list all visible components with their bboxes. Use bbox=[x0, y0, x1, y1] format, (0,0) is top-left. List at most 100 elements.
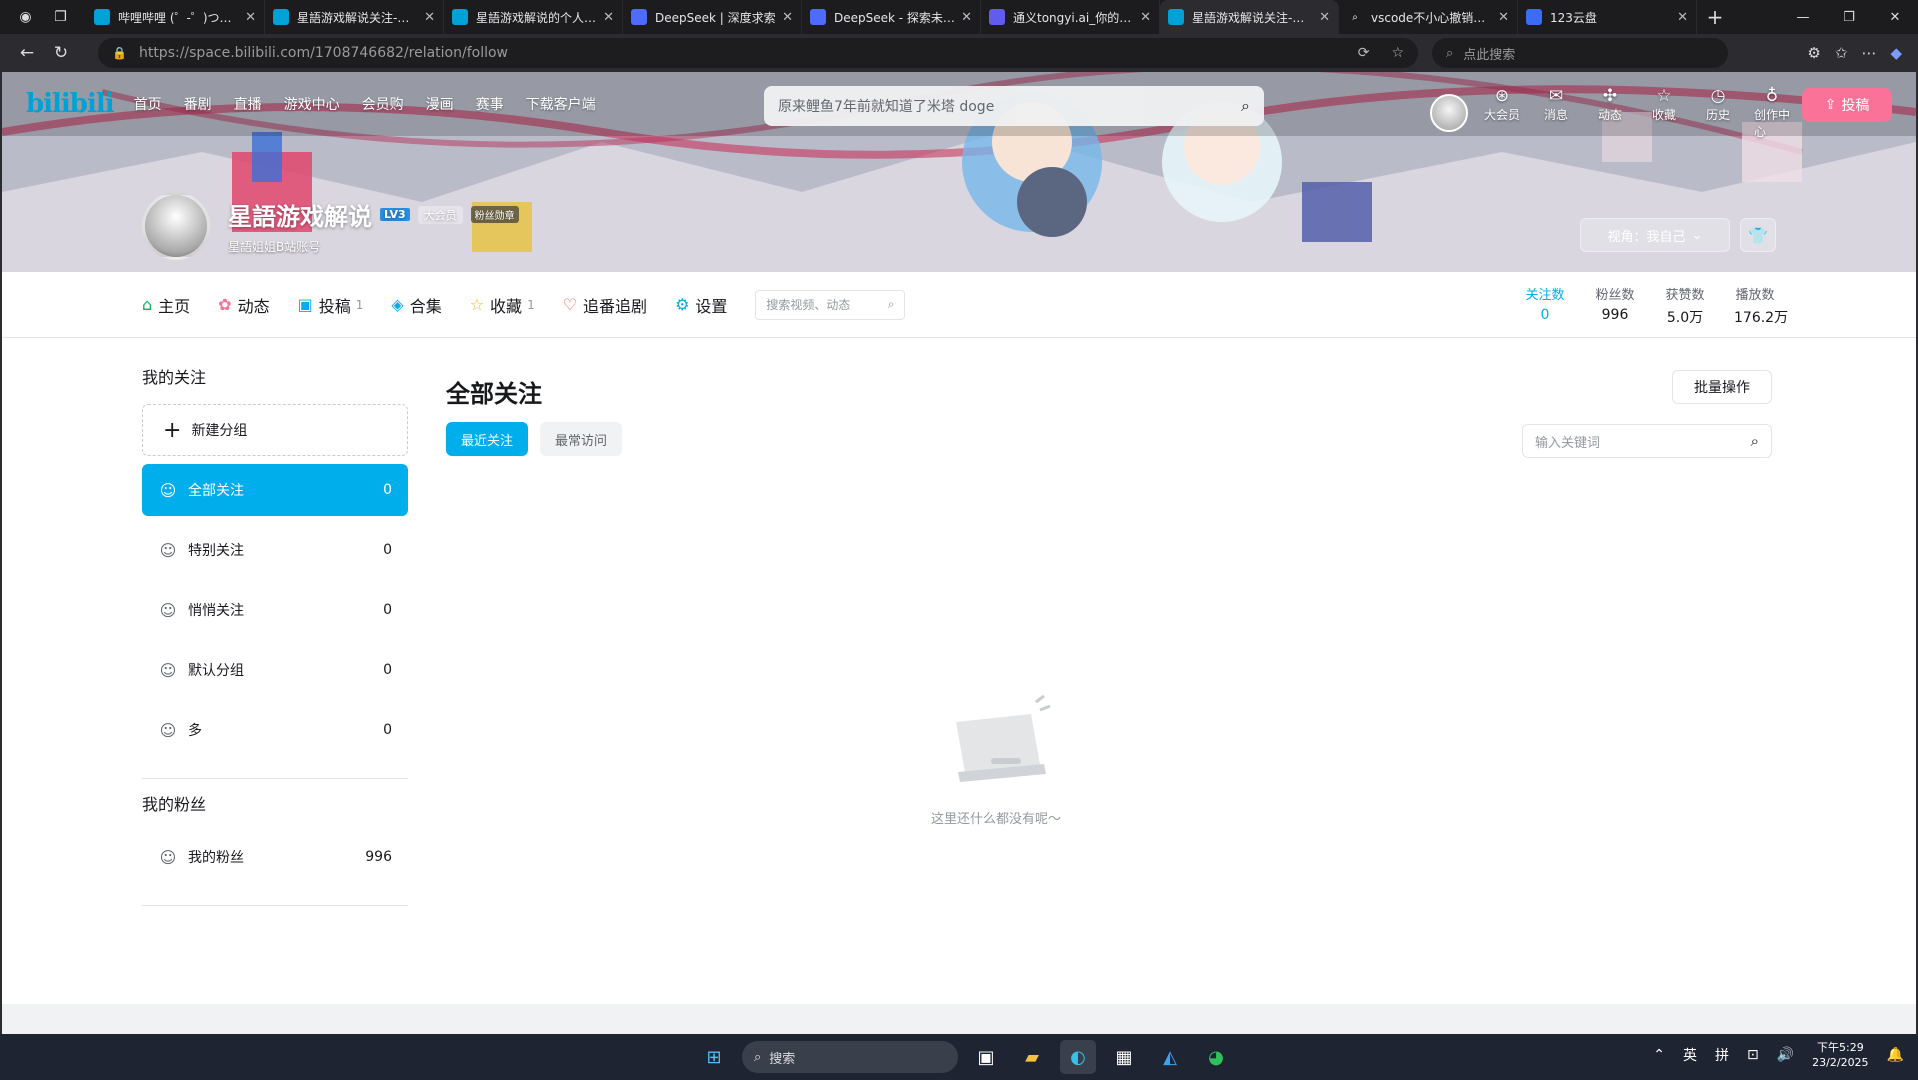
browser-tab[interactable]: 星語游戏解说关注-星語 ✕ bbox=[265, 0, 444, 34]
header-message-button[interactable]: ✉ 消息 bbox=[1538, 86, 1574, 140]
close-tab-icon[interactable]: ✕ bbox=[1319, 10, 1330, 25]
header-vip-button[interactable]: ⊛ 大会员 bbox=[1484, 86, 1520, 140]
stat-item[interactable]: 粉丝数 996 bbox=[1594, 284, 1636, 327]
ime-mode[interactable]: 拼 bbox=[1715, 1045, 1729, 1065]
site-info-icon[interactable]: 🔒 bbox=[112, 46, 127, 60]
taskbar-search[interactable]: ⌕ 搜索 bbox=[742, 1041, 958, 1073]
back-button[interactable]: ← bbox=[10, 38, 44, 68]
close-tab-icon[interactable]: ✕ bbox=[1498, 10, 1509, 25]
group-my-fans[interactable]: ☺ 我的粉丝 996 bbox=[142, 831, 408, 883]
browser-tab[interactable]: DeepSeek | 深度求索 ✕ bbox=[623, 0, 802, 34]
tab-star[interactable]: ☆ 收藏 1 bbox=[470, 293, 535, 317]
header-nav-item[interactable]: 会员购 bbox=[362, 94, 404, 114]
extensions-icon[interactable]: ⚙ bbox=[1807, 44, 1820, 62]
tab-home[interactable]: ⌂ 主页 bbox=[142, 293, 190, 317]
translate-icon[interactable]: ⟳ bbox=[1358, 45, 1370, 61]
upload-button[interactable]: ⇪ 投稿 bbox=[1802, 88, 1892, 122]
bilibili-logo[interactable]: bilibili bbox=[26, 89, 115, 119]
new-tab-button[interactable]: + bbox=[1697, 5, 1733, 29]
clock[interactable]: 下午5:29 23/2/2025 bbox=[1812, 1040, 1868, 1070]
workspaces-icon[interactable]: ❐ bbox=[51, 7, 71, 27]
header-nav-item[interactable]: 直播 bbox=[234, 94, 262, 114]
follow-tab[interactable]: 最近关注 bbox=[446, 422, 529, 456]
header-nav-item[interactable]: 首页 bbox=[134, 94, 162, 114]
group-item[interactable]: ☺ 默认分组 0 bbox=[142, 644, 408, 696]
start-icon[interactable]: ⊞ bbox=[696, 1040, 732, 1074]
close-tab-icon[interactable]: ✕ bbox=[1140, 10, 1151, 25]
browser-profile-icon[interactable]: ◉ bbox=[16, 7, 36, 27]
tab-dynamic[interactable]: ✿ 动态 bbox=[218, 293, 269, 317]
browser-tab[interactable]: ⌕ vscode不小心撤销了怎么恢复 ✕ bbox=[1339, 0, 1518, 34]
vip-badge[interactable]: 大会员 bbox=[417, 205, 463, 224]
header-bulb-button[interactable]: ♁ 创作中心 bbox=[1754, 86, 1790, 140]
tab-video[interactable]: ▣ 投稿 1 bbox=[298, 293, 364, 317]
follow-tab[interactable]: 最常访问 bbox=[540, 422, 623, 456]
volume-icon[interactable]: 🔊 bbox=[1777, 1047, 1794, 1063]
ime-lang[interactable]: 英 bbox=[1683, 1045, 1697, 1065]
user-avatar[interactable] bbox=[1430, 94, 1468, 132]
tab-settings[interactable]: ⚙ 设置 bbox=[675, 293, 727, 317]
favorites-icon[interactable]: ✩ bbox=[1835, 44, 1848, 62]
close-tab-icon[interactable]: ✕ bbox=[961, 10, 972, 25]
header-history-button[interactable]: ◷ 历史 bbox=[1700, 86, 1736, 140]
vscode-icon[interactable]: ◭ bbox=[1152, 1040, 1188, 1074]
stat-item[interactable]: 关注数 0 bbox=[1524, 284, 1566, 327]
follow-search-field[interactable]: 输入关键词 ⌕ bbox=[1522, 424, 1772, 458]
file-explorer-icon[interactable]: ▰ bbox=[1014, 1040, 1050, 1074]
header-search-field[interactable]: 原来鲤鱼7年前就知道了米塔 doge ⌕ bbox=[764, 86, 1264, 126]
tab-collection[interactable]: ◈ 合集 bbox=[391, 293, 441, 317]
header-nav-item[interactable]: 下载客户端 bbox=[526, 94, 596, 114]
group-item[interactable]: ☺ 特别关注 0 bbox=[142, 524, 408, 576]
close-tab-icon[interactable]: ✕ bbox=[245, 10, 256, 25]
close-window-button[interactable]: ✕ bbox=[1872, 0, 1918, 34]
more-icon[interactable]: ⋯ bbox=[1861, 44, 1876, 62]
stat-item[interactable]: 播放数 176.2万 bbox=[1734, 284, 1788, 327]
browser-tab[interactable]: 哔哩哔哩 (゜-゜)つロ 干杯~ ✕ bbox=[86, 0, 265, 34]
header-dynamic-button[interactable]: ✣ 动态 bbox=[1592, 86, 1628, 140]
header-nav-item[interactable]: 游戏中心 bbox=[284, 94, 340, 114]
header-nav-item[interactable]: 漫画 bbox=[426, 94, 454, 114]
profile-avatar[interactable] bbox=[142, 192, 210, 260]
close-tab-icon[interactable]: ✕ bbox=[424, 10, 435, 25]
browser-search-field[interactable]: ⌕ 点此搜索 bbox=[1432, 38, 1728, 68]
header-nav-item[interactable]: 番剧 bbox=[184, 94, 212, 114]
profile-signature[interactable]: 星語姐姐B站账号 bbox=[228, 238, 519, 255]
search-icon[interactable]: ⌕ bbox=[888, 297, 895, 312]
close-tab-icon[interactable]: ✕ bbox=[782, 10, 793, 25]
chevron-up-icon[interactable]: ⌃ bbox=[1653, 1047, 1665, 1063]
batch-operation-button[interactable]: 批量操作 bbox=[1672, 370, 1772, 404]
copilot-icon[interactable]: ◆ bbox=[1890, 44, 1902, 62]
fan-medal-badge[interactable]: 粉丝勋章 bbox=[470, 206, 519, 223]
browser-tab[interactable]: 星語游戏解说的个人空间 ✕ bbox=[444, 0, 623, 34]
store-icon[interactable]: ▦ bbox=[1106, 1040, 1142, 1074]
group-item[interactable]: ☺ 悄悄关注 0 bbox=[142, 584, 408, 636]
search-icon[interactable]: ⌕ bbox=[1241, 96, 1250, 116]
browser-tab[interactable]: 星語游戏解说关注-星語 ✕ bbox=[1160, 0, 1339, 34]
restore-button[interactable]: ❐ bbox=[1826, 0, 1872, 34]
close-tab-icon[interactable]: ✕ bbox=[1677, 10, 1688, 25]
group-item[interactable]: ☺ 多 0 bbox=[142, 704, 408, 756]
favorite-icon[interactable]: ☆ bbox=[1391, 45, 1404, 61]
minimize-button[interactable]: — bbox=[1780, 0, 1826, 34]
edge-icon[interactable]: ◐ bbox=[1060, 1040, 1096, 1074]
group-item[interactable]: ☺ 全部关注 0 bbox=[142, 464, 408, 516]
tab-heart[interactable]: ♡ 追番追剧 bbox=[563, 293, 647, 317]
close-tab-icon[interactable]: ✕ bbox=[603, 10, 614, 25]
wechat-icon[interactable]: ◕ bbox=[1198, 1040, 1234, 1074]
browser-tab[interactable]: 通义tongyi.ai_你的全能AI助手 ✕ bbox=[981, 0, 1160, 34]
task-view-icon[interactable]: ▣ bbox=[968, 1040, 1004, 1074]
browser-tab[interactable]: 123云盘 ✕ bbox=[1518, 0, 1697, 34]
network-icon[interactable]: ⊡ bbox=[1747, 1047, 1759, 1063]
url-field[interactable]: 🔒 https://space.bilibili.com /1708746682… bbox=[98, 38, 1418, 68]
view-as-dropdown[interactable]: 视角：我自己 ⌄ bbox=[1580, 218, 1730, 252]
refresh-button[interactable]: ↻ bbox=[44, 38, 78, 68]
profile-search-field[interactable]: 搜索视频、动态 ⌕ bbox=[755, 289, 906, 320]
skin-button[interactable]: 👕 bbox=[1740, 218, 1776, 252]
notification-icon[interactable]: 🔔 bbox=[1887, 1047, 1904, 1063]
browser-tab[interactable]: DeepSeek - 探索未至之境 ✕ bbox=[802, 0, 981, 34]
stat-item[interactable]: 获赞数 5.0万 bbox=[1664, 284, 1706, 327]
new-group-button[interactable]: + 新建分组 bbox=[142, 404, 408, 456]
header-nav-item[interactable]: 赛事 bbox=[476, 94, 504, 114]
header-star-button[interactable]: ☆ 收藏 bbox=[1646, 86, 1682, 140]
search-icon[interactable]: ⌕ bbox=[1751, 432, 1759, 450]
